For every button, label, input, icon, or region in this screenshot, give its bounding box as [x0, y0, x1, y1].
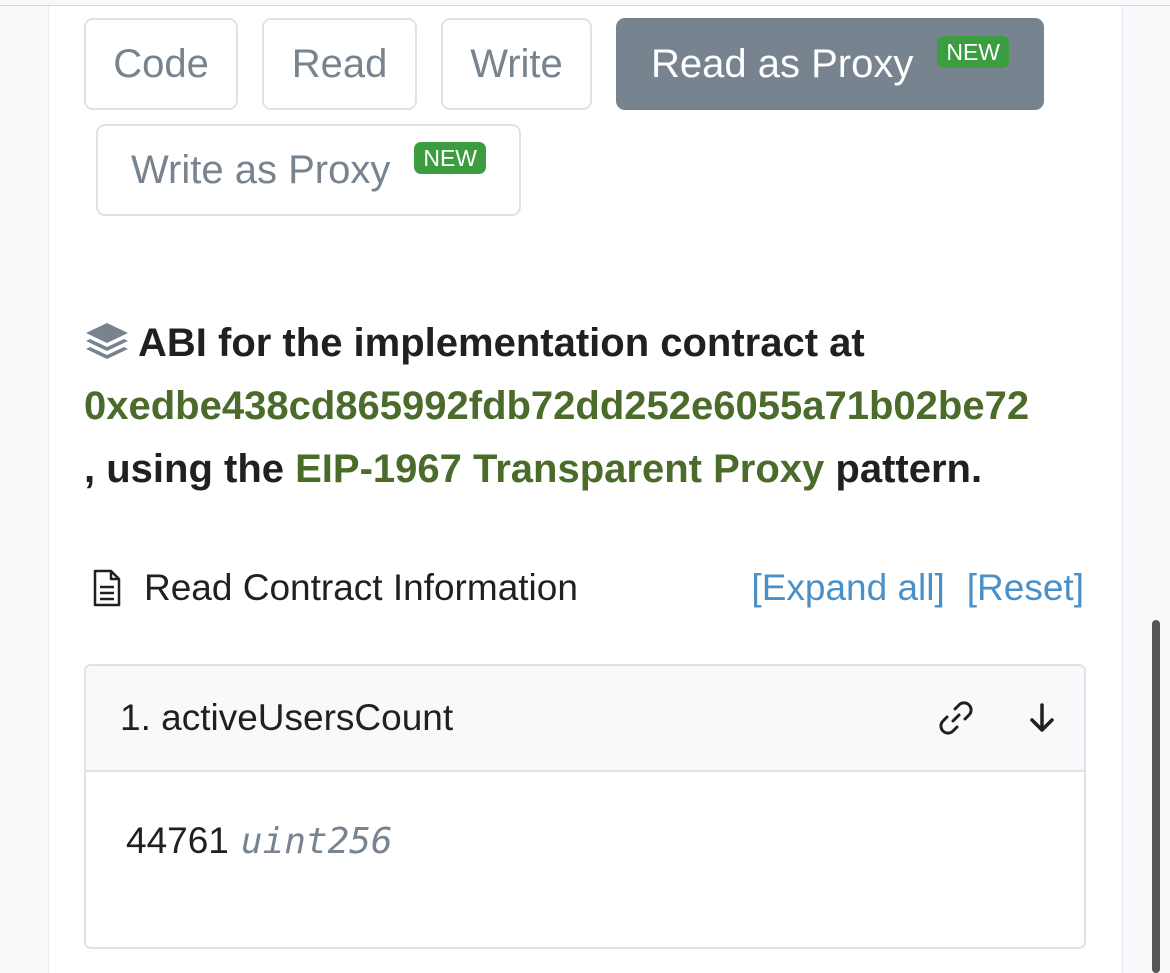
- tab-read[interactable]: Read: [262, 18, 417, 110]
- new-badge: NEW: [414, 142, 486, 174]
- tab-code[interactable]: Code: [84, 18, 238, 110]
- result-type: uint256: [240, 821, 393, 862]
- tab-write[interactable]: Write: [441, 18, 592, 110]
- tab-read-as-proxy-label: Read as Proxy: [650, 41, 914, 86]
- implementation-address-link[interactable]: 0xedbe438cd865992fdb72dd252e6055a71b02be…: [84, 384, 1029, 428]
- new-badge: NEW: [937, 36, 1009, 68]
- abi-prefix: ABI for the implementation contract at: [138, 321, 865, 365]
- proxy-pattern-link[interactable]: EIP-1967 Transparent Proxy: [295, 447, 824, 491]
- document-icon: [93, 569, 121, 607]
- read-contract-header: Read Contract Information: [92, 564, 578, 612]
- abi-middle: , using the: [84, 447, 284, 491]
- function-name: 1. activeUsersCount: [120, 697, 454, 738]
- tab-read-label: Read: [291, 41, 388, 86]
- read-contract-title: Read Contract Information: [144, 567, 578, 608]
- abi-suffix: pattern.: [835, 447, 983, 491]
- tab-read-as-proxy[interactable]: Read as Proxy NEW: [616, 18, 1044, 110]
- function-panel: 1. activeUsersCount 44761 uint256: [84, 664, 1086, 949]
- function-result: 44761 uint256: [86, 772, 1084, 862]
- scrollbar[interactable]: [1152, 620, 1160, 973]
- tab-write-as-proxy[interactable]: Write as Proxy NEW: [96, 124, 521, 216]
- layers-icon: [86, 323, 128, 359]
- reset-link[interactable]: [Reset]: [967, 567, 1084, 609]
- function-header[interactable]: 1. activeUsersCount: [86, 666, 1084, 772]
- result-value: 44761: [126, 820, 229, 861]
- section-links: [Expand all] [Reset]: [729, 564, 1084, 612]
- tab-write-label: Write: [470, 41, 563, 86]
- abi-info: ABI for the implementation contract at 0…: [84, 312, 1084, 501]
- tab-code-label: Code: [113, 41, 209, 86]
- link-icon[interactable]: [938, 700, 974, 736]
- arrow-down-icon[interactable]: [1028, 702, 1056, 734]
- tab-write-as-proxy-label: Write as Proxy: [131, 147, 391, 192]
- expand-all-link[interactable]: [Expand all]: [751, 567, 944, 609]
